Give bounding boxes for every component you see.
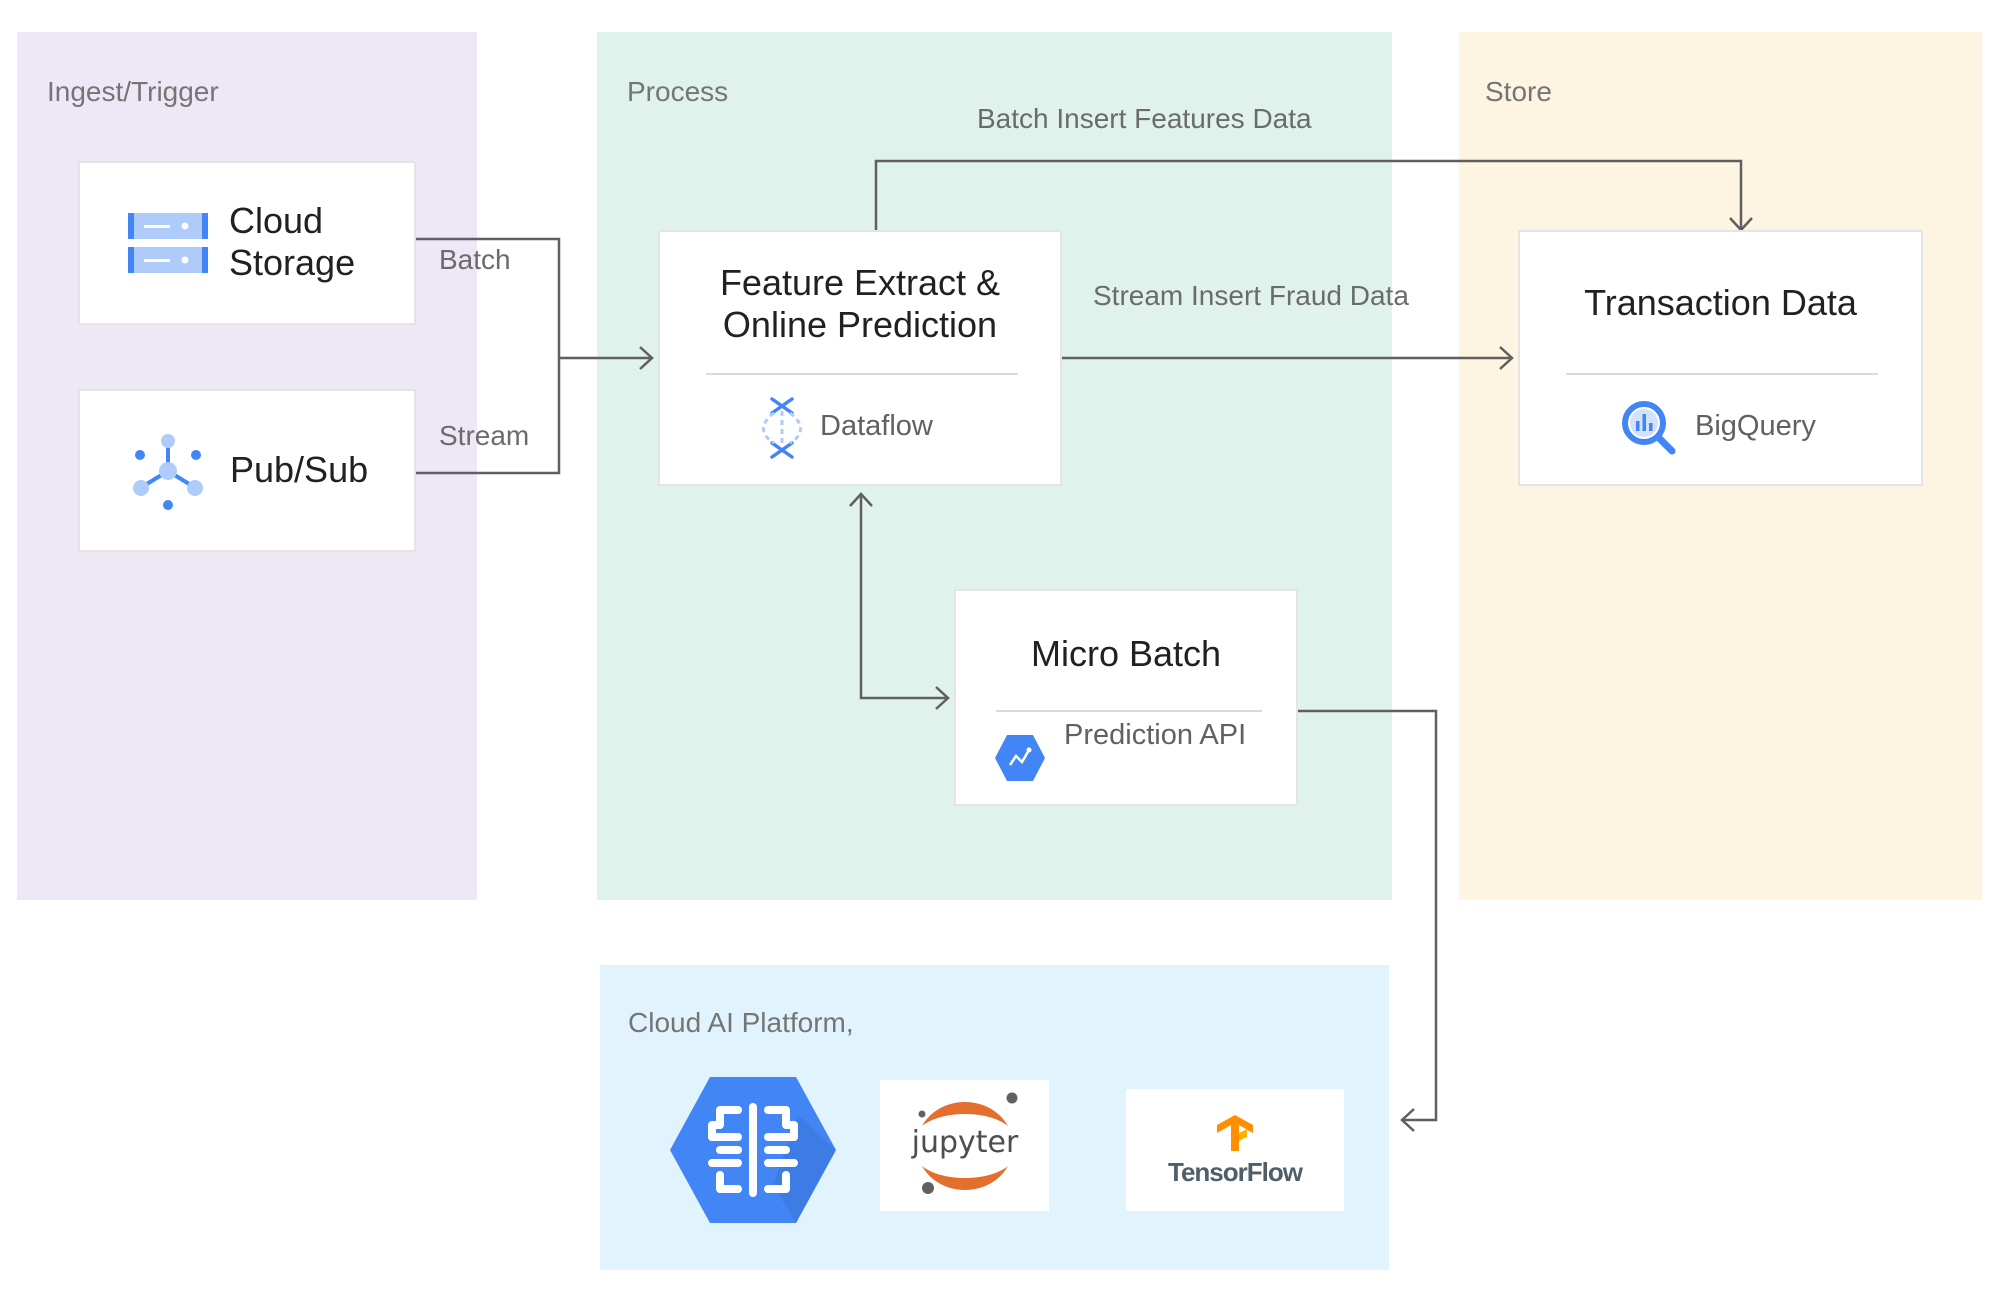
bigquery-icon (1622, 401, 1676, 455)
transaction-data-title: Transaction Data (1584, 282, 1857, 323)
jupyter-logo-card: jupyter (880, 1080, 1049, 1211)
cloud-storage-node[interactable]: Cloud Storage (78, 161, 416, 325)
transaction-data-node[interactable]: Transaction Data BigQuery (1518, 230, 1923, 486)
tensorflow-logo-card: TensorFlow (1126, 1089, 1344, 1211)
prediction-api-label: Prediction API (1064, 719, 1247, 751)
cloud-storage-label: Cloud Storage (229, 200, 355, 284)
micro-batch-node[interactable]: Micro Batch Prediction API (954, 589, 1298, 806)
micro-batch-divider (996, 710, 1262, 712)
tensorflow-wordmark: TensorFlow (1168, 1157, 1303, 1187)
cloud-storage-icon (128, 213, 208, 273)
prediction-api-icon (995, 735, 1045, 781)
feature-microbatch-connector (859, 494, 948, 700)
feature-extract-title: Feature Extract & Online Prediction (660, 262, 1060, 346)
pubsub-label: Pub/Sub (230, 449, 369, 490)
stream-insert-label: Stream Insert Fraud Data (1093, 280, 1409, 311)
micro-batch-title: Micro Batch (1030, 633, 1222, 674)
dataflow-label: Dataflow (820, 410, 933, 442)
transaction-data-divider (1566, 373, 1878, 375)
jupyter-icon: jupyter (911, 1092, 1019, 1194)
pubsub-icon (133, 434, 203, 510)
stream-connector (416, 358, 561, 475)
ai-platform-connector (1278, 709, 1438, 1122)
batch-insert-label: Batch Insert Features Data (977, 103, 1312, 134)
stream-label: Stream (439, 420, 530, 451)
feature-extract-divider (706, 373, 1018, 375)
bigquery-label: BigQuery (1695, 410, 1816, 442)
feature-extract-title-line2: Online Prediction (722, 304, 998, 345)
ai-platform-brain-icon (670, 1077, 836, 1223)
pubsub-node[interactable]: Pub/Sub (78, 389, 416, 552)
cloud-storage-label-line2: Storage (229, 242, 356, 283)
tensorflow-icon (1217, 1115, 1253, 1151)
batch-insert-connector (874, 159, 1743, 230)
feature-extract-title-line1: Feature Extract & (719, 262, 1001, 303)
batch-label: Batch (439, 244, 511, 275)
cloud-storage-label-line1: Cloud (229, 200, 324, 241)
jupyter-wordmark: jupyter (911, 1125, 1019, 1160)
dataflow-icon (762, 397, 802, 459)
feature-extract-node[interactable]: Feature Extract & Online Prediction Data… (658, 230, 1062, 486)
